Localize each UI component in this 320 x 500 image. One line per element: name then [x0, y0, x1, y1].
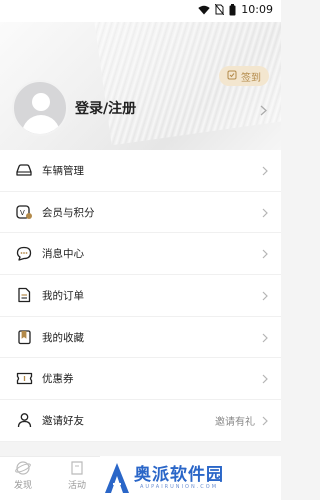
chat-bubble-icon	[15, 245, 33, 263]
profile-header: 签到 登录/注册	[0, 22, 281, 150]
tab-label: 发现	[14, 481, 33, 491]
chevron-right-icon	[262, 286, 268, 305]
menu-item-label: 我的订单	[42, 289, 84, 302]
menu-item-coupons[interactable]: 优惠券	[0, 358, 281, 401]
tab-label: 活动	[68, 481, 87, 491]
avatar[interactable]	[12, 80, 68, 136]
checkin-icon	[227, 70, 237, 83]
menu-item-label: 我的收藏	[42, 331, 84, 344]
checkin-label: 签到	[241, 72, 261, 84]
chevron-right-icon	[262, 161, 268, 180]
status-icons: 10:09	[198, 3, 273, 16]
car-icon	[15, 161, 33, 179]
chevron-right-icon[interactable]	[260, 101, 267, 120]
checkin-button[interactable]: 签到	[219, 66, 269, 86]
menu-item-my-favorites[interactable]: 我的收藏	[0, 317, 281, 359]
watermark-title: 奥派软件园	[134, 465, 224, 485]
coupon-ticket-icon	[15, 370, 33, 388]
watermark-logo-icon	[104, 462, 130, 498]
menu-item-vehicle-management[interactable]: 车辆管理	[0, 150, 281, 192]
menu-item-label: 会员与积分	[42, 206, 95, 219]
menu-list: 车辆管理 V 会员与积分 消息中心 我的订单 我的收藏 优惠券 邀请好友 邀请有…	[0, 150, 281, 442]
menu-item-membership-points[interactable]: V 会员与积分	[0, 192, 281, 234]
menu-item-my-orders[interactable]: 我的订单	[0, 275, 281, 317]
menu-item-invite-friends[interactable]: 邀请好友 邀请有礼	[0, 400, 281, 442]
wifi-icon	[198, 5, 210, 15]
no-sim-icon	[215, 4, 225, 15]
tab-activity[interactable]: 活动	[68, 460, 86, 491]
avatar-head	[32, 93, 50, 111]
membership-card-icon: V	[15, 203, 33, 221]
order-list-icon	[15, 286, 33, 304]
discover-icon	[15, 460, 31, 478]
invite-reward-text: 邀请有礼	[215, 416, 255, 428]
chevron-right-icon	[262, 203, 268, 222]
watermark-subtitle: AUPAIRUNION.COM	[140, 484, 219, 490]
chevron-right-icon	[262, 328, 268, 347]
watermark: 奥派软件园 AUPAIRUNION.COM	[100, 456, 281, 500]
tab-discover[interactable]: 发现	[14, 460, 32, 491]
menu-item-label: 邀请好友	[42, 414, 84, 427]
chevron-right-icon	[262, 411, 268, 430]
avatar-body	[22, 115, 60, 134]
menu-item-label: 车辆管理	[42, 164, 84, 177]
chevron-right-icon	[262, 369, 268, 388]
svg-text:V: V	[20, 209, 25, 217]
menu-item-label: 优惠券	[42, 373, 74, 386]
status-bar: 10:09	[0, 0, 281, 22]
menu-item-label: 消息中心	[42, 248, 84, 261]
login-register-link[interactable]: 登录/注册	[75, 98, 136, 118]
chevron-right-icon	[262, 244, 268, 263]
menu-item-message-center[interactable]: 消息中心	[0, 233, 281, 276]
status-time: 10:09	[241, 3, 273, 16]
favorites-icon	[15, 328, 33, 346]
person-icon	[15, 411, 33, 429]
activity-icon	[69, 460, 85, 478]
battery-icon	[229, 3, 236, 16]
